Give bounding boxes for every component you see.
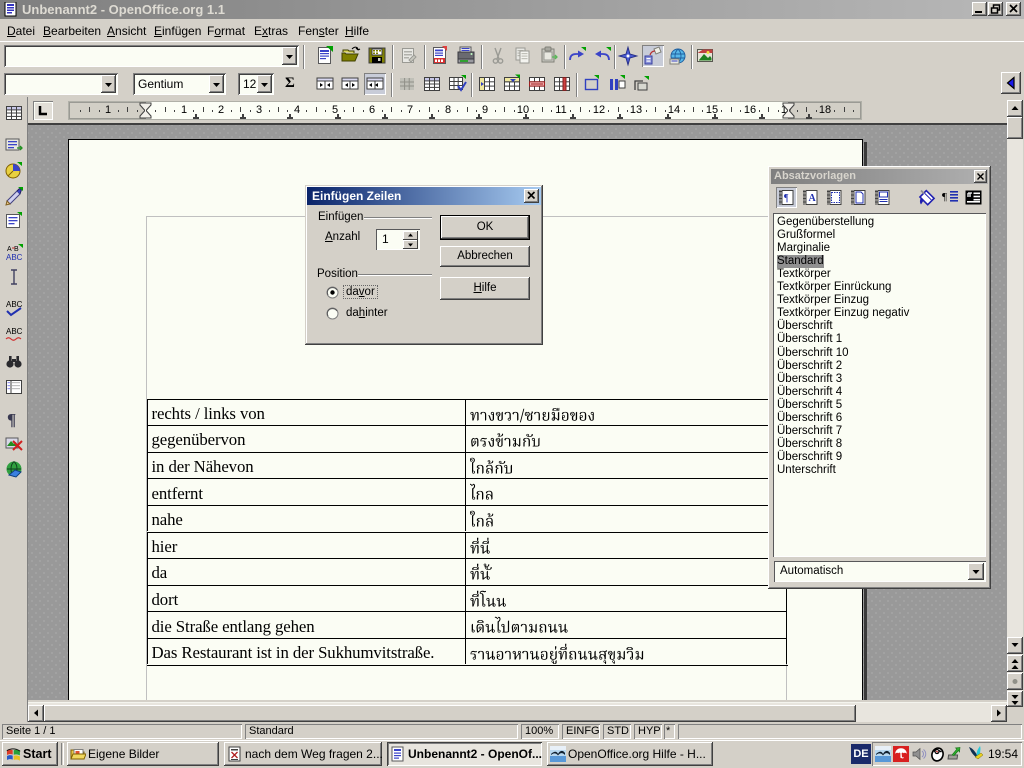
svg-text:A: A — [7, 246, 12, 253]
svg-text:B: B — [14, 246, 19, 253]
svg-text:A: A — [809, 193, 817, 204]
svg-text:¶: ¶ — [784, 193, 789, 204]
svg-text:ABC: ABC — [6, 327, 23, 336]
svg-text:¶: ¶ — [942, 191, 947, 203]
svg-text:ABC: ABC — [6, 253, 23, 262]
svg-text:¶: ¶ — [7, 410, 16, 429]
